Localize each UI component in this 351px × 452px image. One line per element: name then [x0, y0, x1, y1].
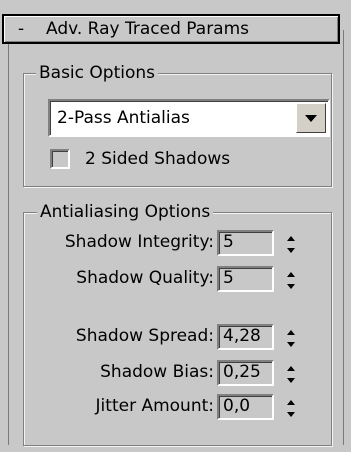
param-row-shadow-bias: Shadow Bias: 0,25 [0, 360, 351, 388]
shadow-mode-dropdown[interactable]: 2-Pass Antialias [48, 99, 330, 137]
arrow-up-icon [287, 365, 295, 371]
shadow-bias-label: Shadow Bias: [100, 362, 214, 382]
rollout-title: Adv. Ray Traced Params [46, 19, 250, 39]
spinner-down-button[interactable] [281, 280, 301, 292]
spinner-down-button[interactable] [281, 244, 301, 256]
arrow-down-icon [287, 411, 295, 417]
spinner-down-button[interactable] [281, 374, 301, 386]
shadow-spread-label: Shadow Spread: [75, 326, 214, 346]
arrow-up-icon [287, 271, 295, 277]
two-sided-shadows-label: 2 Sided Shadows [85, 149, 231, 169]
two-sided-shadows-checkbox[interactable] [50, 149, 70, 169]
shadow-integrity-spinner[interactable] [281, 232, 301, 256]
jitter-amount-input[interactable]: 0,0 [217, 394, 274, 420]
group-basic-options-label: Basic Options [36, 62, 159, 84]
param-row-shadow-quality: Shadow Quality: 5 [0, 266, 351, 294]
spinner-up-button[interactable] [281, 362, 301, 374]
param-row-shadow-integrity: Shadow Integrity: 5 [0, 230, 351, 258]
shadow-integrity-input[interactable]: 5 [217, 230, 274, 256]
spinner-up-button[interactable] [281, 326, 301, 338]
shadow-quality-spinner[interactable] [281, 268, 301, 292]
two-sided-shadows-row[interactable]: 2 Sided Shadows [50, 149, 230, 169]
jitter-amount-label: Jitter Amount: [95, 396, 214, 416]
rollout-header-adv-ray-traced-params[interactable]: - Adv. Ray Traced Params [2, 14, 340, 44]
spinner-up-button[interactable] [281, 396, 301, 408]
arrow-up-icon [287, 399, 295, 405]
dropdown-arrow-button[interactable] [296, 103, 326, 133]
shadow-bias-spinner[interactable] [281, 362, 301, 386]
spinner-up-button[interactable] [281, 268, 301, 280]
shadow-mode-selected-value: 2-Pass Antialias [57, 108, 190, 128]
param-row-shadow-spread: Shadow Spread: 4,28 [0, 324, 351, 352]
spinner-down-button[interactable] [281, 408, 301, 420]
arrow-up-icon [287, 235, 295, 241]
rollout-collapse-toggle[interactable]: - [18, 19, 46, 39]
group-antialiasing-options-label: Antialiasing Options [37, 201, 214, 223]
jitter-amount-spinner[interactable] [281, 396, 301, 420]
arrow-up-icon [287, 329, 295, 335]
spinner-up-button[interactable] [281, 232, 301, 244]
shadow-quality-label: Shadow Quality: [76, 268, 214, 288]
chevron-down-icon [305, 114, 317, 122]
shadow-integrity-label: Shadow Integrity: [64, 232, 214, 252]
arrow-down-icon [287, 341, 295, 347]
shadow-spread-input[interactable]: 4,28 [217, 324, 274, 350]
spinner-down-button[interactable] [281, 338, 301, 350]
arrow-down-icon [287, 283, 295, 289]
arrow-down-icon [287, 377, 295, 383]
param-row-jitter-amount: Jitter Amount: 0,0 [0, 394, 351, 422]
arrow-down-icon [287, 247, 295, 253]
shadow-spread-spinner[interactable] [281, 326, 301, 350]
shadow-quality-input[interactable]: 5 [217, 266, 274, 292]
shadow-bias-input[interactable]: 0,25 [217, 360, 274, 386]
